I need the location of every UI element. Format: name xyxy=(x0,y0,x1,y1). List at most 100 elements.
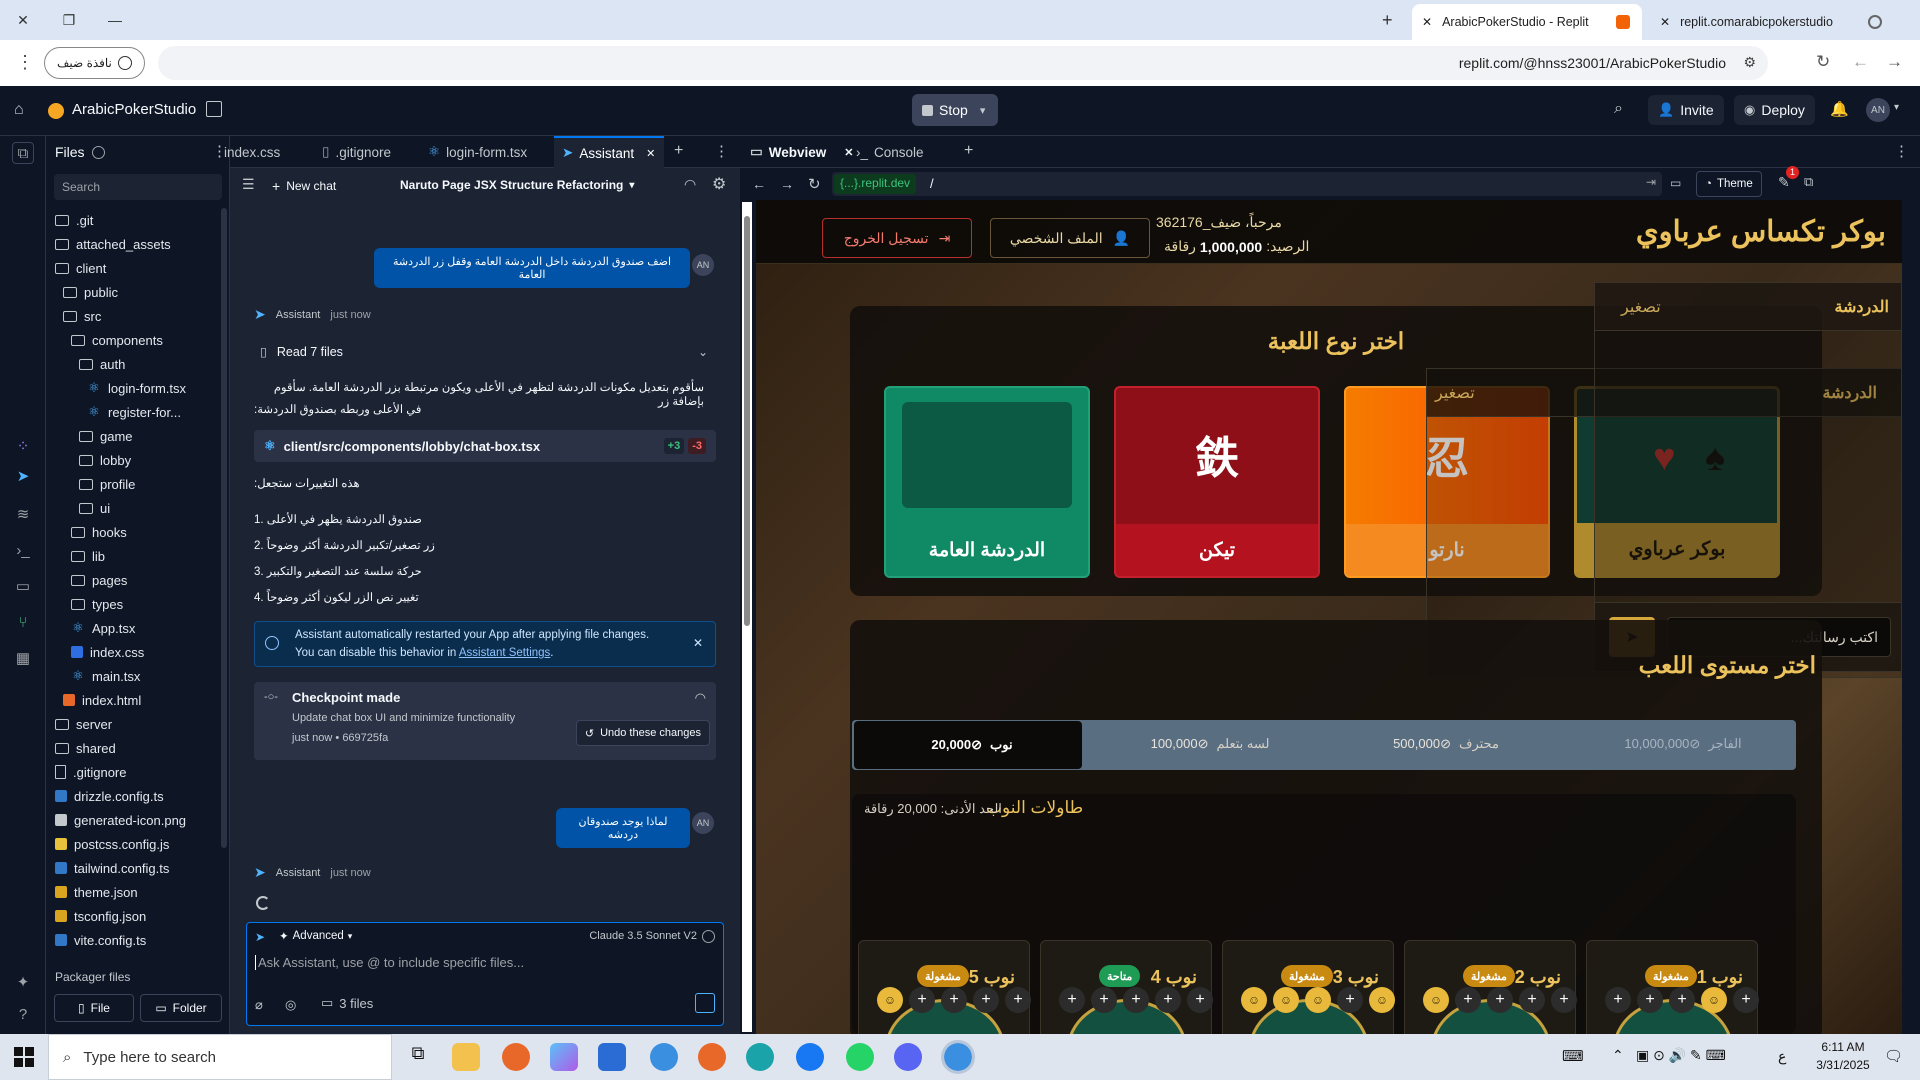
empty-seat-button[interactable]: + xyxy=(941,987,967,1013)
empty-seat-button[interactable]: + xyxy=(1155,987,1181,1013)
chevron-up-icon[interactable]: ⌃ xyxy=(1612,1047,1624,1064)
tune-icon[interactable]: ⚙ xyxy=(1743,54,1756,71)
avatar[interactable]: AN xyxy=(1866,98,1890,122)
empty-seat-button[interactable]: + xyxy=(1733,987,1759,1013)
taskbar-search[interactable]: ⌕ Type here to search xyxy=(48,1034,392,1080)
packager-files-label[interactable]: Packager files xyxy=(55,970,130,984)
close-tab-icon[interactable]: ✕ xyxy=(1660,15,1670,29)
console-icon[interactable]: ›_ xyxy=(12,540,34,562)
file-tree-item[interactable]: client xyxy=(46,256,220,280)
files-tool-icon[interactable]: ⧉ xyxy=(12,142,34,164)
chevron-down-icon[interactable]: ▾ xyxy=(980,104,986,117)
empty-seat-button[interactable]: + xyxy=(1669,987,1695,1013)
close-tab-icon[interactable]: ✕ xyxy=(646,147,655,160)
empty-seat-button[interactable]: + xyxy=(1551,987,1577,1013)
chat-title-dropdown[interactable]: Naruto Page JSX Structure Refactoring ▾ xyxy=(400,178,634,192)
back-icon[interactable]: → xyxy=(1886,52,1903,72)
file-tree-item[interactable]: attached_assets xyxy=(46,232,220,256)
history-menu-icon[interactable]: ☰ xyxy=(242,176,255,193)
file-tree-item[interactable]: public xyxy=(46,280,220,304)
invite-button[interactable]: 👤 Invite xyxy=(1648,95,1724,125)
task-view-icon[interactable]: ⧉ xyxy=(404,1043,432,1071)
forward-icon[interactable]: → xyxy=(780,176,794,192)
edge-icon[interactable] xyxy=(746,1043,774,1071)
file-search-input[interactable]: Search xyxy=(54,174,222,200)
file-tree-item[interactable]: auth xyxy=(46,352,220,376)
empty-seat-button[interactable]: + xyxy=(1123,987,1149,1013)
tab-assistant[interactable]: ➤ Assistant ✕ xyxy=(554,136,664,168)
chevron-down-icon[interactable]: ▾ xyxy=(1894,102,1899,113)
file-tree-item[interactable]: generated-icon.png xyxy=(46,808,220,832)
firefox-icon[interactable] xyxy=(502,1043,530,1071)
tab-gitignore[interactable]: ▯ .gitignore xyxy=(314,136,414,168)
copilot-icon[interactable] xyxy=(550,1043,578,1071)
file-tree-item[interactable]: ⚛ App.tsx xyxy=(46,616,220,640)
send-icon[interactable] xyxy=(695,993,715,1013)
tab-login-form[interactable]: ⚛ login-form.tsx xyxy=(420,136,550,168)
file-tree-item[interactable]: tsconfig.json xyxy=(46,904,220,928)
file-tree-item[interactable]: ui xyxy=(46,496,220,520)
poker-table-card[interactable]: ♠♥نوب 2مشغولة☺++++ xyxy=(1404,940,1577,1034)
empty-seat-button[interactable]: + xyxy=(909,987,935,1013)
file-tree-item[interactable]: ⚛ register-for... xyxy=(46,400,220,424)
poker-table-card[interactable]: ♠♥نوب 4متاحة+++++ xyxy=(1040,940,1213,1034)
menu-dots-icon[interactable]: ⋮ xyxy=(16,52,34,73)
new-tab-icon[interactable]: + xyxy=(964,142,973,160)
file-tree-item[interactable]: lobby xyxy=(46,448,220,472)
level-tab-noob[interactable]: نوب ⊘20,000 xyxy=(854,721,1082,769)
new-tab-icon[interactable]: + xyxy=(1382,10,1393,31)
read-files-row[interactable]: ▯ Read 7 files ⌄ xyxy=(260,344,708,360)
tray-icons[interactable]: ▣ ⊙ 🔊 ✎ ⌨ xyxy=(1636,1047,1726,1064)
close-tab-icon[interactable]: ✕ xyxy=(844,146,853,159)
back-icon[interactable]: ← xyxy=(752,176,766,192)
file-tree-item[interactable]: hooks xyxy=(46,520,220,544)
model-label[interactable]: Claude 3.5 Sonnet V2 xyxy=(589,930,697,942)
deploy-button[interactable]: ◉ Deploy xyxy=(1734,95,1815,125)
scrollbar[interactable] xyxy=(742,202,752,1032)
bell-icon[interactable]: 🔔 xyxy=(1830,100,1849,118)
attach-icon[interactable]: ⌀ xyxy=(255,997,263,1013)
minimize-button[interactable]: تصغير xyxy=(1621,297,1661,317)
game-card-public-chat[interactable]: الدردشة العامة xyxy=(884,386,1090,578)
help-icon[interactable]: ? xyxy=(12,1004,34,1026)
file-tree-item[interactable]: index.css xyxy=(46,640,220,664)
webview-icon[interactable]: ▭ xyxy=(12,576,34,598)
prompt-input[interactable]: Ask Assistant, use @ to include specific… xyxy=(255,955,715,970)
file-tree-item[interactable]: drizzle.config.ts xyxy=(46,784,220,808)
context-files-button[interactable]: ▭ 3 files xyxy=(321,995,373,1011)
chrome-icon[interactable] xyxy=(650,1043,678,1071)
home-icon[interactable]: ⌂ xyxy=(14,101,24,119)
file-tree-item[interactable]: lib xyxy=(46,544,220,568)
omnibox[interactable]: replit.com/@hnss23001/ArabicPokerStudio … xyxy=(158,46,1768,80)
level-tab-pro[interactable]: محترف ⊘500,000 xyxy=(1332,720,1552,768)
windows-start-icon[interactable] xyxy=(14,1047,34,1067)
advanced-dropdown[interactable]: ✦ Advanced ▾ xyxy=(279,929,352,943)
theme-button[interactable]: ◔ Theme xyxy=(1696,171,1762,197)
file-tree-item[interactable]: game xyxy=(46,424,220,448)
new-chat-button[interactable]: + New chat xyxy=(272,178,336,194)
git-icon[interactable]: ⑂ xyxy=(12,612,34,634)
file-tree-item[interactable]: ⚛ login-form.tsx xyxy=(46,376,220,400)
tab-console[interactable]: ›_ Console xyxy=(856,136,924,168)
profile-button[interactable]: الملف الشخصي 👤 xyxy=(990,218,1150,258)
discord-icon[interactable] xyxy=(894,1043,922,1071)
assistant-icon[interactable]: ➤ xyxy=(12,466,34,488)
clock[interactable]: 6:11 AM 3/31/2025 xyxy=(1808,1040,1878,1072)
devices-icon[interactable]: ▭ xyxy=(1670,176,1681,190)
level-tab-learner[interactable]: لسه بتعلم ⊘100,000 xyxy=(1096,720,1316,768)
close-window-icon[interactable]: ✕ xyxy=(0,0,46,40)
logout-button[interactable]: تسجيل الخروج ⇥ xyxy=(822,218,972,258)
new-folder-button[interactable]: ▭ Folder xyxy=(140,994,222,1022)
file-change-card[interactable]: ⚛ client/src/components/lobby/chat-box.t… xyxy=(254,430,716,462)
all-tools-icon[interactable]: ▦ xyxy=(12,648,34,670)
firefox-icon[interactable] xyxy=(698,1043,726,1071)
database-icon[interactable] xyxy=(206,101,222,117)
tab-webview[interactable]: ▭ Webview ✕ xyxy=(750,136,854,168)
webview-url-bar[interactable]: {...}.replit.dev / ⇥ xyxy=(832,172,1662,196)
scrollbar-thumb[interactable] xyxy=(744,216,750,626)
empty-seat-button[interactable]: + xyxy=(1005,987,1031,1013)
empty-seat-button[interactable]: + xyxy=(1637,987,1663,1013)
scrollbar[interactable] xyxy=(221,208,227,848)
keyboard-icon[interactable]: ⌨ xyxy=(1562,1047,1584,1065)
file-tree-item[interactable]: tailwind.config.ts xyxy=(46,856,220,880)
